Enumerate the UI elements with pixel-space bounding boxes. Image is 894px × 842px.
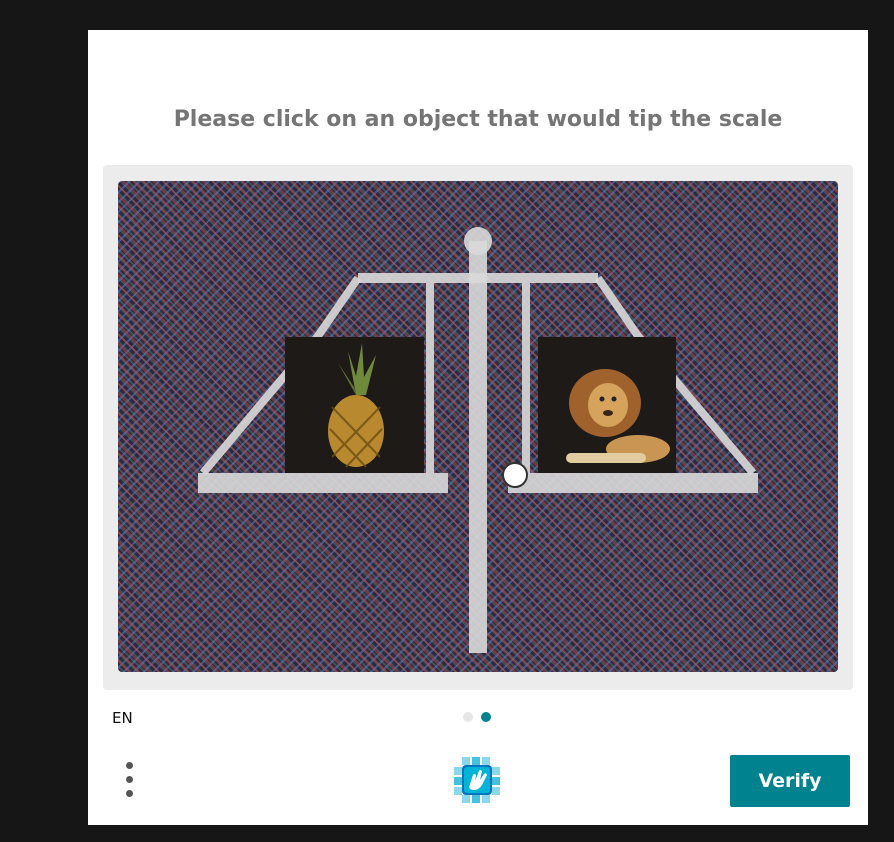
challenge-prompt: Please click on an object that would tip… — [173, 107, 783, 132]
vertical-dots-icon — [126, 762, 133, 769]
verify-button[interactable]: Verify — [730, 755, 850, 807]
challenge-image-frame — [103, 165, 853, 690]
lion-object[interactable] — [538, 337, 676, 473]
scale-pole — [469, 241, 487, 653]
challenge-image[interactable] — [118, 181, 838, 672]
page-indicator — [463, 712, 491, 722]
captcha-card: Please click on an object that would tip… — [88, 30, 868, 825]
page-dot-1[interactable] — [463, 712, 473, 722]
page-dot-2[interactable] — [481, 712, 491, 722]
pineapple-object[interactable] — [285, 337, 424, 473]
language-selector[interactable]: EN — [112, 709, 133, 727]
center-marker[interactable] — [502, 462, 528, 488]
left-pan — [198, 473, 448, 493]
hcaptcha-hand-icon — [454, 757, 500, 803]
menu-button[interactable] — [118, 760, 142, 800]
scale-top — [464, 227, 492, 255]
hcaptcha-logo[interactable] — [452, 755, 502, 805]
scale-illustration — [198, 227, 758, 653]
right-pan — [508, 473, 758, 493]
